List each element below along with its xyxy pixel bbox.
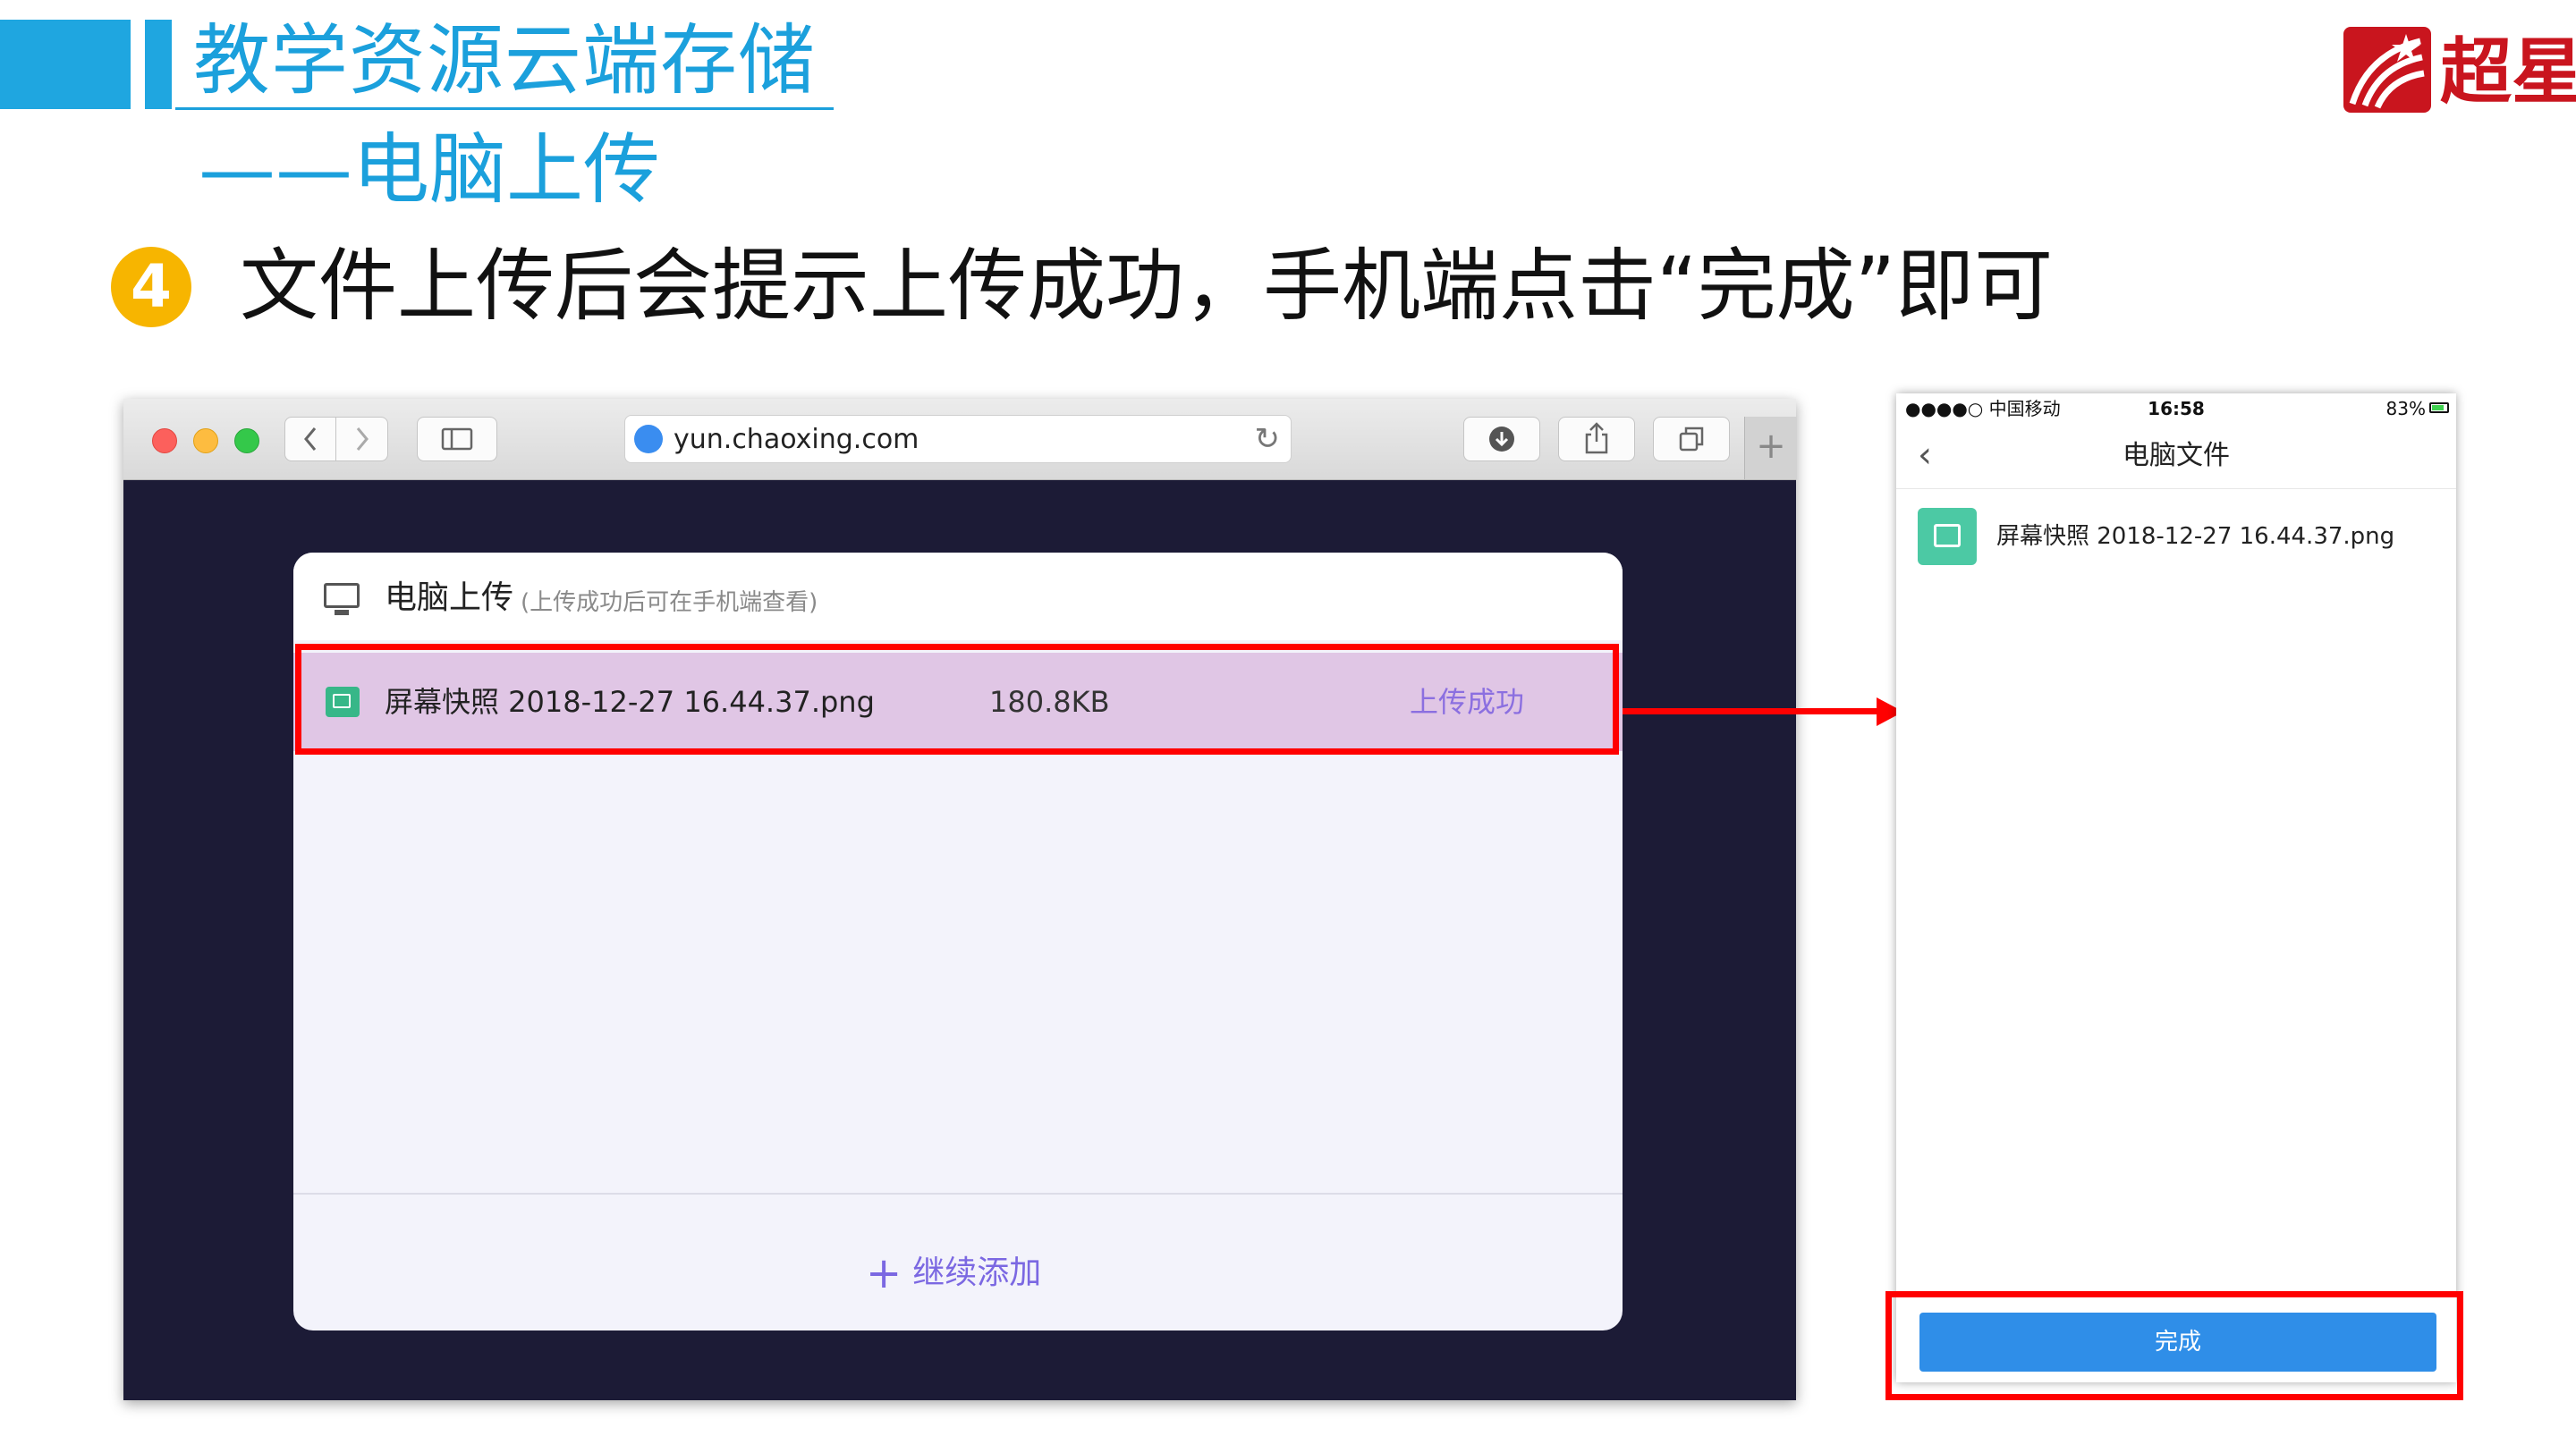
header-accent-bar-thin (145, 20, 172, 109)
highlight-box-done-button (1885, 1291, 2463, 1400)
url-text: yun.chaoxing.com (674, 424, 919, 455)
battery-icon (2429, 402, 2449, 413)
status-time: 16:58 (2148, 398, 2205, 419)
globe-icon (634, 425, 663, 453)
highlight-box-upload-row (295, 644, 1619, 755)
forward-button[interactable] (336, 417, 388, 461)
chevron-right-icon (356, 427, 369, 451)
chaoxing-logo: 超星 (2343, 27, 2576, 116)
share-icon (1585, 422, 1608, 454)
address-bar[interactable]: yun.chaoxing.com ↻ (624, 415, 1292, 463)
sidebar-icon (441, 427, 473, 451)
sidebar-toggle-button[interactable] (417, 417, 497, 461)
add-more-label: 继续添加 (912, 1254, 1042, 1291)
logo-text: 超星 (2440, 30, 2576, 114)
minimize-window-button[interactable] (193, 428, 218, 453)
phone-status-bar: ●●●●○ 中国移动 16:58 83% (1896, 393, 2456, 424)
phone-file-name: 屏幕快照 2018-12-27 16.44.37.png (1996, 523, 2395, 550)
image-file-icon (1918, 508, 1977, 565)
step-instruction: 文件上传后会提示上传成功，手机端点击“完成”即可 (240, 240, 2054, 332)
upload-panel-header: 电脑上传 (上传成功后可在手机端查看) (293, 553, 1623, 640)
back-button[interactable] (284, 417, 336, 461)
arrow-connector (1623, 708, 1882, 714)
reload-icon[interactable]: ↻ (1255, 421, 1281, 457)
tabs-overview-button[interactable] (1653, 417, 1730, 461)
browser-toolbar: yun.chaoxing.com ↻ + (123, 399, 1797, 480)
plus-icon: + (1756, 426, 1786, 467)
logo-mark-icon (2343, 27, 2431, 113)
upload-panel-title: 电脑上传 (385, 579, 514, 616)
phone-screen: ●●●●○ 中国移动 16:58 83% ‹ 电脑文件 屏幕快照 2018-12… (1896, 393, 2456, 1382)
slide-title: 教学资源云端存储 (193, 16, 816, 106)
header-accent-bar (0, 20, 131, 109)
zoom-window-button[interactable] (234, 428, 259, 453)
close-window-button[interactable] (152, 428, 177, 453)
tabs-icon (1679, 427, 1704, 452)
new-tab-button[interactable]: + (1744, 417, 1797, 479)
battery-percent: 83% (2385, 398, 2426, 419)
upload-panel-hint: (上传成功后可在手机端查看) (521, 589, 818, 616)
share-button[interactable] (1558, 417, 1635, 461)
phone-file-item[interactable]: 屏幕快照 2018-12-27 16.44.37.png (1896, 501, 2456, 572)
panel-divider (293, 1193, 1623, 1195)
step-number-badge: 4 (111, 247, 191, 327)
computer-icon-stand (335, 610, 349, 615)
download-button[interactable] (1463, 417, 1540, 461)
computer-icon (324, 583, 360, 608)
phone-nav-bar: ‹ 电脑文件 (1896, 424, 2456, 489)
add-more-button[interactable]: + 继续添加 (866, 1246, 1041, 1300)
download-icon (1489, 427, 1514, 452)
chevron-left-icon (304, 427, 317, 451)
battery-level (2432, 405, 2444, 410)
plus-icon: + (866, 1248, 902, 1298)
slide-subtitle: ——电脑上传 (199, 125, 660, 215)
phone-nav-title: 电脑文件 (2123, 440, 2230, 471)
title-underline (175, 107, 834, 110)
browser-window: yun.chaoxing.com ↻ + 电脑上传 (上传成功后可在手机端查看)… (123, 399, 1797, 1400)
